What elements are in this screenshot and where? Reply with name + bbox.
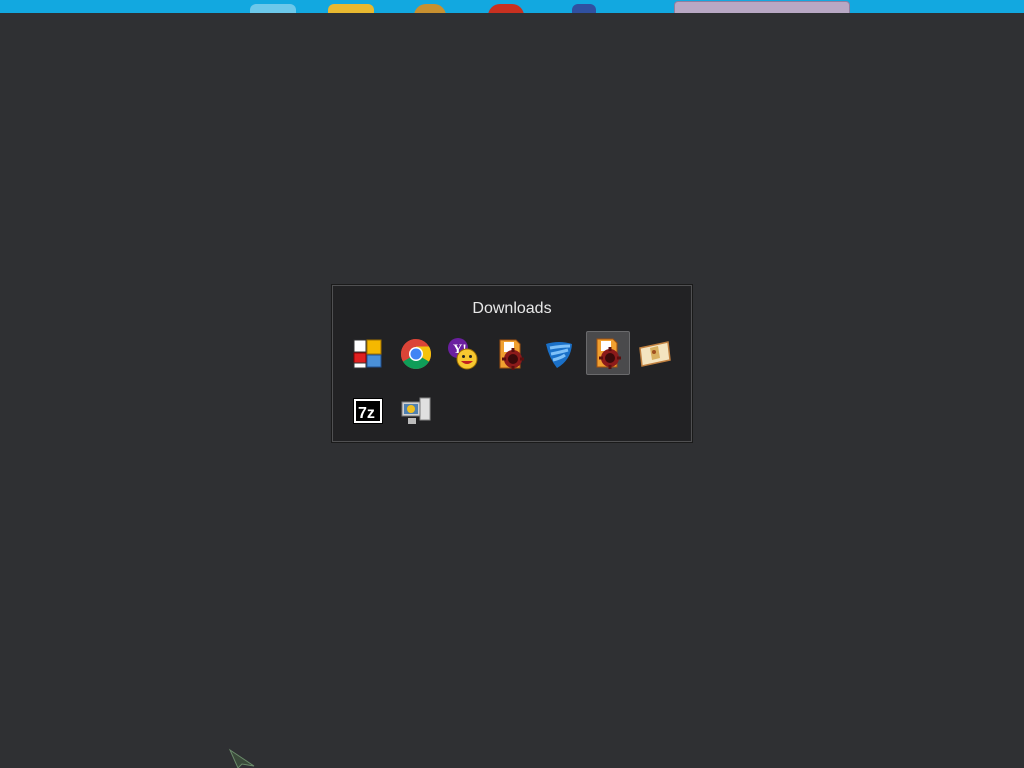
stack-item-selected[interactable]: [586, 331, 630, 375]
stack-item[interactable]: [633, 332, 677, 376]
downloads-stack: Downloads Y! 7z: [332, 285, 692, 442]
mouse-pointer-icon: [228, 748, 255, 768]
stack-title: Downloads: [472, 300, 552, 317]
computer-setup-icon: [401, 397, 431, 424]
stack-item[interactable]: [346, 332, 390, 376]
top-screen-edge: [0, 0, 1024, 13]
window-peek: [328, 4, 374, 13]
stack-item[interactable]: 7z: [346, 389, 390, 433]
window-peek: [674, 1, 850, 13]
yahoo-messenger-icon: Y!: [448, 338, 478, 370]
window-peek: [414, 4, 446, 13]
tiles-installer-icon: [353, 339, 382, 369]
stack-item[interactable]: [394, 389, 438, 433]
window-peek: [488, 4, 524, 13]
stack-item[interactable]: [537, 332, 581, 376]
window-peek: [572, 4, 596, 13]
map-scroll-icon: [639, 341, 671, 367]
chrome-icon: [400, 339, 432, 370]
window-peek: [250, 4, 296, 13]
installer-gear-icon: [499, 339, 524, 370]
svg-text:7z: 7z: [358, 405, 375, 422]
blue-shield-icon: [546, 342, 572, 368]
stack-item[interactable]: [394, 332, 438, 376]
stack-item[interactable]: [489, 332, 533, 376]
installer-gear-icon: [596, 338, 621, 369]
stack-item[interactable]: Y!: [441, 332, 485, 376]
7zip-icon: 7z: [353, 398, 383, 424]
